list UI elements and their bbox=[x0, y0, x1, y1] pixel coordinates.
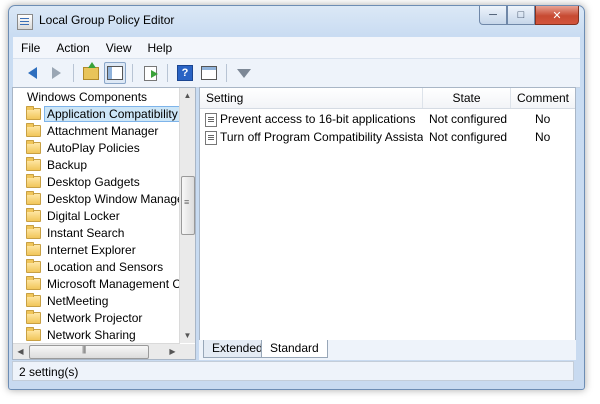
policy-setting-icon bbox=[205, 131, 217, 145]
export-list-icon bbox=[143, 65, 158, 81]
toolbar-separator bbox=[226, 64, 227, 82]
toolbar-separator bbox=[73, 64, 74, 82]
toolbar-separator bbox=[132, 64, 133, 82]
column-headers: Setting State Comment bbox=[200, 88, 575, 109]
menu-file[interactable]: File bbox=[13, 41, 48, 55]
show-hide-tree-button[interactable] bbox=[104, 62, 126, 84]
folder-icon bbox=[26, 173, 41, 188]
minimize-button[interactable]: ─ bbox=[479, 6, 507, 25]
horizontal-scroll-thumb[interactable] bbox=[29, 345, 149, 359]
up-one-level-button[interactable] bbox=[80, 61, 102, 84]
tree-item-network-sharing[interactable]: Network Sharing bbox=[26, 326, 136, 343]
folder-icon bbox=[26, 156, 41, 171]
tree-item-attachment-manager[interactable]: Attachment Manager bbox=[26, 122, 158, 139]
filter-icon bbox=[237, 68, 251, 78]
tree-pane: Windows Components Application Compatibi… bbox=[12, 87, 196, 360]
tree-vertical-scrollbar[interactable]: ▲ ▼ bbox=[179, 88, 195, 343]
setting-state: Not configured bbox=[429, 112, 508, 126]
folder-icon bbox=[26, 139, 41, 154]
tree-item-location-and-sensors[interactable]: Location and Sensors bbox=[26, 258, 163, 275]
setting-name: Prevent access to 16-bit applications bbox=[220, 112, 416, 126]
toolbar-separator bbox=[167, 64, 168, 82]
column-header-setting[interactable]: Setting bbox=[200, 88, 423, 108]
view-tabs: Extended Standard bbox=[199, 340, 576, 360]
title-bar[interactable]: Local Group Policy Editor ─ □ ✕ bbox=[9, 6, 584, 36]
window-title: Local Group Policy Editor bbox=[39, 13, 175, 27]
setting-name: Turn off Program Compatibility Assistant bbox=[220, 130, 423, 144]
tree-item-netmeeting[interactable]: NetMeeting bbox=[26, 292, 108, 309]
column-header-state[interactable]: State bbox=[423, 88, 511, 108]
folder-icon bbox=[26, 241, 41, 256]
tree-item-desktop-gadgets[interactable]: Desktop Gadgets bbox=[26, 173, 140, 190]
scrollbar-corner bbox=[180, 344, 195, 359]
folder-icon bbox=[26, 122, 41, 137]
tree-item-instant-search[interactable]: Instant Search bbox=[26, 224, 124, 241]
close-button[interactable]: ✕ bbox=[535, 6, 579, 25]
table-row[interactable]: Turn off Program Compatibility Assistant… bbox=[200, 128, 575, 146]
scroll-down-arrow-icon[interactable]: ▼ bbox=[180, 328, 195, 343]
policy-setting-icon bbox=[205, 113, 217, 127]
status-bar: 2 setting(s) bbox=[12, 361, 574, 381]
menu-action[interactable]: Action bbox=[48, 41, 97, 55]
up-folder-icon bbox=[83, 61, 99, 80]
folder-icon bbox=[26, 190, 41, 205]
tree-item-network-projector[interactable]: Network Projector bbox=[26, 309, 142, 326]
folder-icon bbox=[26, 326, 41, 341]
folder-icon bbox=[26, 224, 41, 239]
show-hide-tree-icon bbox=[107, 66, 123, 80]
tree-item-desktop-window-manager[interactable]: Desktop Window Manager bbox=[26, 190, 188, 207]
toolbar: ? bbox=[13, 59, 580, 88]
export-list-button[interactable] bbox=[139, 62, 161, 84]
menu-help[interactable]: Help bbox=[140, 41, 181, 55]
properties-icon bbox=[201, 66, 217, 80]
help-icon: ? bbox=[177, 65, 193, 81]
forward-button[interactable] bbox=[45, 62, 67, 84]
column-header-comment[interactable]: Comment bbox=[511, 88, 575, 108]
settings-list-pane: Setting State Comment Prevent access to … bbox=[199, 87, 576, 342]
properties-button[interactable] bbox=[198, 62, 220, 84]
maximize-button[interactable]: □ bbox=[507, 6, 535, 25]
folder-icon bbox=[26, 207, 41, 222]
folder-icon bbox=[26, 309, 41, 324]
scroll-up-arrow-icon[interactable]: ▲ bbox=[180, 88, 195, 103]
setting-comment: No bbox=[535, 130, 551, 144]
filter-button[interactable] bbox=[233, 62, 255, 84]
menu-bar: File Action View Help bbox=[13, 37, 580, 59]
back-icon bbox=[27, 67, 37, 79]
menu-view[interactable]: View bbox=[98, 41, 140, 55]
tree-item-backup[interactable]: Backup bbox=[26, 156, 87, 173]
folder-icon bbox=[26, 292, 41, 307]
tree-item-digital-locker[interactable]: Digital Locker bbox=[26, 207, 120, 224]
tree-root-windows-components[interactable]: Windows Components bbox=[27, 88, 147, 105]
tree-horizontal-scrollbar[interactable]: ◀ ▶ bbox=[13, 343, 180, 359]
tree-item-microsoft-management-console[interactable]: Microsoft Management Co bbox=[26, 275, 188, 292]
table-row[interactable]: Prevent access to 16-bit applications No… bbox=[200, 110, 575, 128]
group-policy-app-icon bbox=[17, 14, 33, 30]
tree-item-internet-explorer[interactable]: Internet Explorer bbox=[26, 241, 136, 258]
folder-icon bbox=[26, 258, 41, 273]
scroll-right-arrow-icon[interactable]: ▶ bbox=[165, 344, 180, 359]
tree-item-application-compatibility[interactable]: Application Compatibility bbox=[26, 105, 181, 122]
tree-item-autoplay-policies[interactable]: AutoPlay Policies bbox=[26, 139, 140, 156]
forward-icon bbox=[51, 67, 61, 79]
folder-icon bbox=[26, 275, 41, 290]
help-button[interactable]: ? bbox=[174, 62, 196, 84]
vertical-scroll-thumb[interactable] bbox=[181, 176, 195, 235]
setting-comment: No bbox=[535, 112, 551, 126]
folder-icon bbox=[26, 105, 41, 120]
back-button[interactable] bbox=[21, 62, 43, 84]
scroll-left-arrow-icon[interactable]: ◀ bbox=[13, 344, 28, 359]
setting-state: Not configured bbox=[429, 130, 508, 144]
window-controls: ─ □ ✕ bbox=[479, 6, 579, 26]
tab-standard[interactable]: Standard bbox=[261, 340, 328, 358]
